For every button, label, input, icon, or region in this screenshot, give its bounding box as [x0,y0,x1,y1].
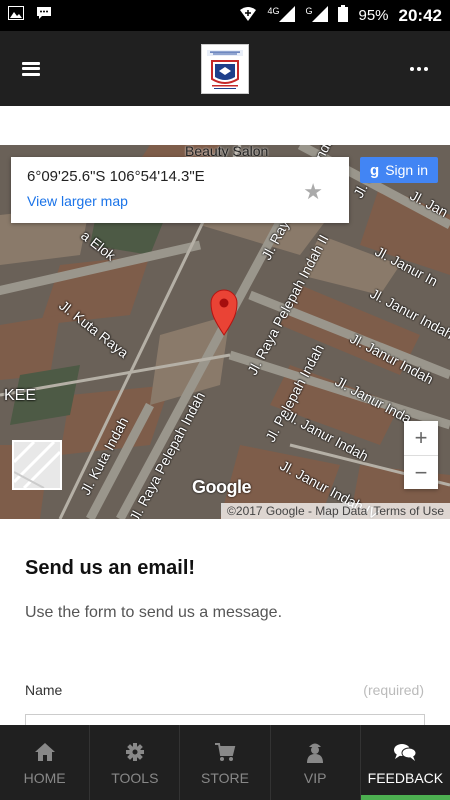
nav-home-label: HOME [23,769,66,786]
message-icon [36,6,52,26]
status-bar: 4G G 95% 20:42 [0,0,450,31]
nav-vip[interactable]: VIP [271,725,361,800]
app-header [0,31,450,106]
home-icon [34,740,56,764]
street-label: KEE [4,387,37,404]
app-screen: 4G G 95% 20:42 Beauty Salon a Elok Jl. K… [0,0,450,800]
signal-label: G [305,5,313,16]
menu-icon[interactable] [22,61,40,76]
nav-tools-label: TOOLS [111,769,159,786]
battery-percent: 95% [358,7,389,24]
zoom-controls: + − [404,421,438,489]
google-plus-icon: g [370,161,380,179]
battery-icon [338,5,349,26]
zoom-out-button[interactable]: − [404,455,438,489]
bottom-nav: HOME TOOLS STORE VIP FEEDBACK [0,725,450,800]
gear-icon [125,740,145,764]
nav-vip-label: VIP [303,769,327,786]
clock: 20:42 [398,5,442,25]
section-title: Send us an email! [25,557,196,579]
nav-feedback-label: FEEDBACK [367,769,444,786]
required-hint: (required) [363,682,424,698]
zoom-in-button[interactable]: + [404,421,438,455]
sign-in-label: Sign in [385,162,428,178]
star-icon[interactable]: ★ [303,179,323,205]
school-logo [201,43,249,94]
map-attribution: ©2017 Google - Map Data Terms of Use [221,503,450,519]
google-logo: Google [192,477,252,497]
vip-person-icon [305,740,325,764]
name-field-label: Name [25,682,63,698]
signal-icon [279,5,296,26]
view-larger-map-link[interactable]: View larger map [27,193,333,209]
gallery-icon [8,6,24,25]
nav-tools[interactable]: TOOLS [90,725,181,800]
network-type: 4G [267,5,280,16]
section-subtitle: Use the form to send us a message. [25,604,283,621]
map-info-card: 6°09'25.6"S 106°54'14.3"E View larger ma… [11,157,349,223]
signal-icon-2 [312,5,329,26]
cart-icon [214,740,236,764]
chat-bubbles-icon [393,740,417,764]
nav-store-label: STORE [201,769,249,786]
sign-in-button[interactable]: g Sign in [360,157,438,183]
data-saver-icon [239,6,257,26]
more-options-icon[interactable] [410,66,428,71]
nav-home[interactable]: HOME [0,725,91,800]
terms-of-use-link[interactable]: Terms of Use [373,504,444,518]
coordinates-text: 6°09'25.6"S 106°54'14.3"E [27,168,205,185]
copyright-text: ©2017 Google - Map Data [227,504,368,518]
nav-store[interactable]: STORE [180,725,271,800]
map-type-thumbnail[interactable] [12,440,62,490]
map-view[interactable]: Beauty Salon a Elok Jl. Kuta Raya KEE Jl… [0,145,450,519]
nav-feedback[interactable]: FEEDBACK [360,725,450,800]
